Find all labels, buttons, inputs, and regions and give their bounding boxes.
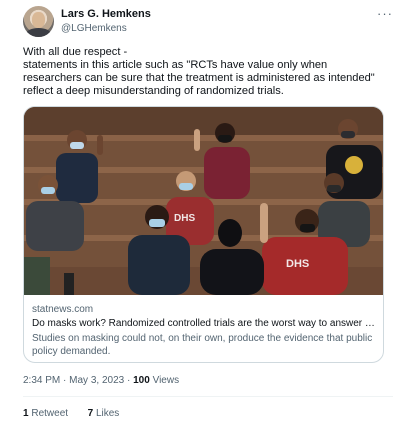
views-label: Views <box>152 375 180 386</box>
lecture-hall-photo: DHS DHS <box>24 107 383 295</box>
card-image[interactable]: DHS DHS <box>24 107 383 295</box>
tweet-time[interactable]: 2:34 PM <box>23 375 60 386</box>
card-description-line: policy demanded. <box>32 346 111 357</box>
retweets-label: Retweet <box>31 408 69 419</box>
tweet-stats: 1 Retweet 7 Likes <box>23 408 119 419</box>
likes-label: Likes <box>95 408 120 419</box>
avatar-shirt <box>26 28 51 37</box>
card-domain: statnews.com <box>32 304 94 315</box>
meta-separator: · <box>126 375 131 386</box>
shirt-text: DHS <box>174 213 195 224</box>
more-options-icon[interactable]: ··· <box>377 6 393 21</box>
tweet-text: With all due respect - statements in thi… <box>23 46 393 98</box>
likes-count: 7 <box>87 408 94 419</box>
tweet-text-line: With all due respect - <box>23 46 128 58</box>
likes-stat[interactable]: 7 Likes <box>88 408 120 419</box>
shirt-text: DHS <box>286 258 309 270</box>
tweet-date[interactable]: May 3, 2023 <box>69 375 124 386</box>
card-description: Studies on masking could not, on their o… <box>32 332 377 358</box>
avatar[interactable] <box>23 6 54 37</box>
user-handle[interactable]: @LGHemkens <box>61 23 127 34</box>
tweet-text-line: reflect a deep misunderstanding of rando… <box>23 85 284 97</box>
card-description-line: Studies on masking could not, on their o… <box>32 333 373 344</box>
meta-separator: · <box>63 375 67 386</box>
retweets-count: 1 <box>23 408 29 419</box>
display-name[interactable]: Lars G. Hemkens <box>61 8 151 20</box>
card-title[interactable]: Do masks work? Randomized controlled tri… <box>32 318 377 329</box>
divider <box>23 396 393 397</box>
views-count: 100 <box>133 375 150 386</box>
retweets-stat[interactable]: 1 Retweet <box>23 408 71 419</box>
tweet-text-line: researchers can be sure that the treatme… <box>23 72 375 84</box>
tweet-meta: 2:34 PM · May 3, 2023 · 100 Views <box>23 375 179 386</box>
tweet-text-line: statements in this article such as "RCTs… <box>23 59 328 71</box>
avatar-face <box>32 12 45 28</box>
link-preview-card[interactable]: DHS DHS statnews.com Do masks work? Rand… <box>23 106 384 363</box>
tweet-header: Lars G. Hemkens @LGHemkens ··· <box>23 6 393 40</box>
